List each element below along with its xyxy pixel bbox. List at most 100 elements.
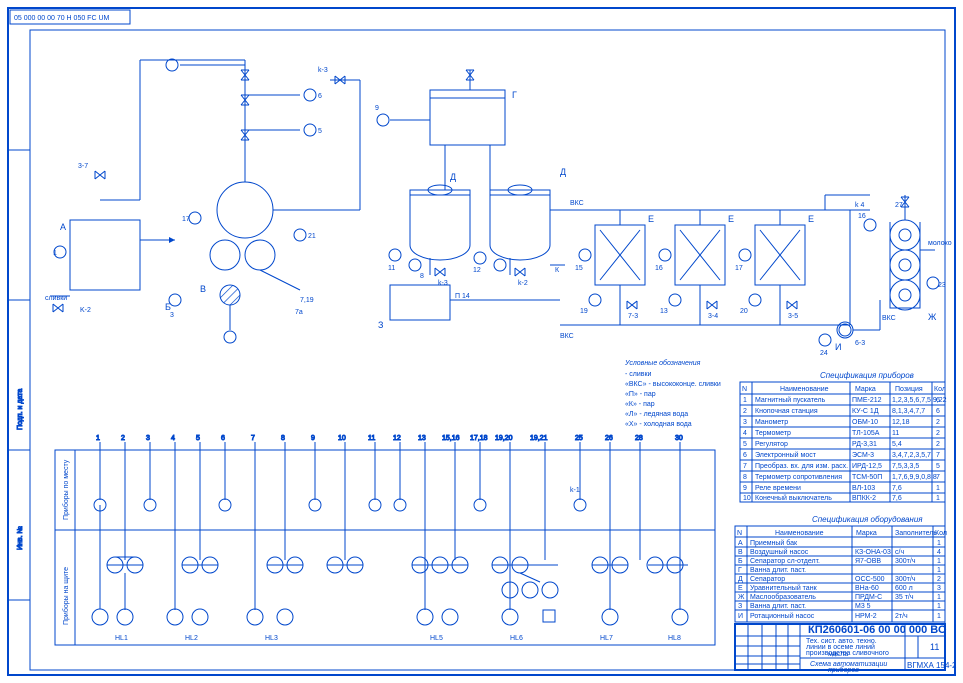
- svg-text:1: 1: [743, 397, 747, 404]
- svg-text:Сепаратор сл-отделт.: Сепаратор сл-отделт.: [750, 558, 820, 565]
- instrument-table: Спецификация приборов N Наименование Мар…: [740, 371, 947, 502]
- svg-text:30: 30: [675, 435, 683, 442]
- svg-text:Магнитный пускатель: Магнитный пускатель: [755, 396, 826, 404]
- svg-text:Приборы по месту: Приборы по месту: [62, 459, 70, 520]
- svg-text:Ж: Ж: [928, 312, 937, 322]
- svg-text:24: 24: [820, 350, 828, 357]
- svg-text:Манометр: Манометр: [755, 419, 788, 426]
- svg-text:КЗ-ОНА-03: КЗ-ОНА-03: [855, 549, 891, 556]
- svg-text:1: 1: [937, 594, 941, 601]
- svg-text:9: 9: [375, 105, 379, 112]
- svg-text:масла: масла: [828, 651, 848, 658]
- svg-text:Термометр: Термометр: [755, 430, 791, 437]
- svg-text:11: 11: [388, 265, 395, 272]
- svg-text:600 л: 600 л: [895, 585, 913, 592]
- svg-text:2т/ч: 2т/ч: [895, 613, 908, 620]
- svg-text:Д: Д: [450, 172, 456, 182]
- svg-text:7,6: 7,6: [892, 495, 902, 502]
- svg-text:HL6: HL6: [510, 635, 523, 642]
- label-G: Г: [512, 90, 517, 100]
- svg-text:3-4: 3-4: [708, 313, 718, 320]
- svg-text:12: 12: [393, 435, 401, 442]
- svg-text:Конечный выключатель: Конечный выключатель: [755, 494, 832, 502]
- svg-text:12: 12: [473, 267, 481, 274]
- svg-text:17,18: 17,18: [470, 435, 488, 442]
- svg-text:ПМЕ-212: ПМЕ-212: [852, 397, 882, 404]
- svg-text:Б: Б: [738, 558, 743, 565]
- svg-text:4: 4: [743, 430, 747, 437]
- svg-text:Е: Е: [648, 214, 654, 224]
- svg-text:N: N: [737, 530, 742, 537]
- svg-text:15: 15: [575, 265, 583, 272]
- svg-text:3,4,7,2,3,5,7: 3,4,7,2,3,5,7: [892, 452, 931, 459]
- svg-text:ВНа-60: ВНа-60: [855, 585, 879, 592]
- svg-text:3-5: 3-5: [788, 313, 798, 320]
- equipment-table: Спецификация оборудования N Наименование…: [735, 515, 947, 622]
- svg-text:ИРД-12,5: ИРД-12,5: [852, 463, 882, 470]
- svg-text:19,20: 19,20: [495, 435, 513, 442]
- svg-text:3: 3: [937, 585, 941, 592]
- legend: Условные обозначения - сливки «ВКС» - вы…: [624, 359, 721, 428]
- svg-text:k 4: k 4: [855, 202, 864, 209]
- svg-text:4: 4: [937, 549, 941, 556]
- svg-text:HL2: HL2: [185, 635, 198, 642]
- svg-text:Приборы на щите: Приборы на щите: [62, 567, 70, 625]
- svg-text:7,19: 7,19: [300, 297, 314, 304]
- svg-text:11: 11: [930, 642, 939, 652]
- svg-text:7: 7: [936, 474, 940, 481]
- svg-text:16: 16: [858, 213, 866, 220]
- svg-text:13: 13: [418, 435, 426, 442]
- svg-text:И: И: [738, 613, 743, 620]
- svg-text:17: 17: [735, 265, 743, 272]
- svg-text:Ванна длит. паст.: Ванна длит. паст.: [750, 567, 806, 574]
- svg-text:7: 7: [743, 463, 747, 470]
- svg-text:ТЛ-105А: ТЛ-105А: [852, 430, 880, 437]
- svg-text:300т/ч: 300т/ч: [895, 576, 916, 583]
- svg-text:10: 10: [743, 495, 751, 502]
- svg-text:3: 3: [146, 435, 150, 442]
- svg-text:1: 1: [937, 567, 941, 574]
- svg-text:1,7,6,9,9,0,8,8: 1,7,6,9,9,0,8,8: [892, 474, 937, 481]
- svg-text:8: 8: [281, 435, 285, 442]
- svg-text:16: 16: [655, 265, 663, 272]
- svg-text:Кол: Кол: [935, 530, 947, 537]
- svg-text:РД-3,31: РД-3,31: [852, 441, 877, 448]
- svg-text:HL3: HL3: [265, 635, 278, 642]
- svg-text:1: 1: [53, 250, 57, 257]
- svg-text:1: 1: [937, 603, 941, 610]
- svg-text:Е: Е: [728, 214, 734, 224]
- svg-text:17: 17: [182, 216, 190, 223]
- svg-text:Условные обозначения: Условные обозначения: [624, 359, 701, 367]
- svg-text:с/ч: с/ч: [895, 549, 904, 556]
- svg-text:9: 9: [311, 435, 315, 442]
- svg-text:- сливки: - сливки: [625, 371, 652, 378]
- svg-text:Преобраз. вх. для изм. расх.: Преобраз. вх. для изм. расх.: [755, 462, 848, 470]
- svg-text:HL1: HL1: [115, 635, 128, 642]
- svg-text:ЭСМ-3: ЭСМ-3: [852, 452, 874, 459]
- svg-text:2: 2: [121, 435, 125, 442]
- svg-text:М3 5: М3 5: [855, 603, 871, 610]
- svg-text:k-1: k-1: [570, 487, 580, 494]
- svg-text:6-3: 6-3: [855, 340, 865, 347]
- svg-text:4: 4: [171, 435, 175, 442]
- svg-text:5: 5: [936, 463, 940, 470]
- svg-text:ВГМХА 154-2: ВГМХА 154-2: [907, 661, 957, 670]
- svg-text:Воздушный насос: Воздушный насос: [750, 548, 809, 556]
- svg-text:КУ-С 1Д: КУ-С 1Д: [852, 408, 879, 415]
- svg-text:7,6: 7,6: [892, 485, 902, 492]
- svg-text:k-3: k-3: [318, 67, 328, 74]
- svg-text:Позиция: Позиция: [895, 386, 923, 393]
- svg-text:«Х» - холодная вода: «Х» - холодная вода: [625, 421, 692, 428]
- svg-text:3: 3: [743, 419, 747, 426]
- svg-text:1: 1: [937, 558, 941, 565]
- svg-text:Д: Д: [738, 576, 743, 583]
- svg-text:Спецификация оборудования: Спецификация оборудования: [812, 515, 923, 524]
- svg-text:Сепаратор: Сепаратор: [750, 576, 785, 583]
- svg-text:k-2: k-2: [518, 280, 528, 287]
- svg-text:12,18: 12,18: [892, 419, 910, 426]
- svg-text:15,16: 15,16: [442, 435, 460, 442]
- svg-text:7,5,3,3,5: 7,5,3,3,5: [892, 463, 919, 470]
- svg-text:З: З: [738, 603, 742, 610]
- svg-text:7а: 7а: [295, 309, 303, 316]
- svg-text:«ВКС» - высококонце. сливки: «ВКС» - высококонце. сливки: [625, 381, 721, 388]
